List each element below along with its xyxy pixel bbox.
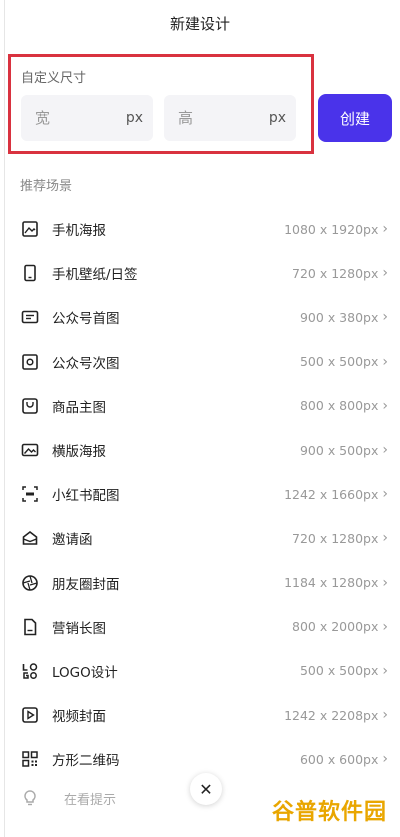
chevron-right-icon: ›	[382, 221, 388, 238]
width-input[interactable]	[35, 109, 105, 127]
page-title: 新建设计	[169, 14, 230, 33]
header: 新建设计	[0, 0, 400, 46]
logo-icon	[20, 661, 40, 681]
scene-list: 手机海报 1080 x 1920px › 手机壁纸/日签 720 x 1280p…	[0, 207, 400, 781]
chevron-right-icon: ›	[382, 442, 388, 459]
scene-item-size: 800 x 800px	[299, 398, 379, 414]
chevron-right-icon: ›	[382, 265, 388, 282]
watermark-logo: 谷普软件园	[272, 800, 388, 825]
chevron-right-icon: ›	[382, 397, 388, 414]
chevron-right-icon: ›	[382, 353, 388, 370]
chevron-right-icon: ›	[382, 309, 388, 326]
scene-item-name: 公众号首图	[52, 311, 120, 328]
scene-item-name: 手机海报	[52, 223, 106, 240]
scene-item-name: 视频封面	[52, 709, 106, 726]
height-input[interactable]	[178, 109, 248, 127]
height-unit: px	[268, 110, 286, 126]
scene-item-size: 500 x 500px	[299, 354, 379, 370]
scene-item-name: 公众号次图	[52, 355, 120, 372]
scene-item-video-cover[interactable]: 视频封面 1242 x 2208px ›	[0, 693, 400, 737]
scene-item-name: 手机壁纸/日签	[52, 267, 138, 284]
height-field[interactable]: px	[164, 95, 296, 141]
scene-item-name: 横版海报	[52, 444, 106, 461]
envelope-icon	[20, 528, 40, 548]
scene-item-size: 720 x 1280px	[292, 265, 379, 281]
scene-item-size: 1242 x 1660px	[284, 486, 379, 502]
scene-item-product-main[interactable]: 商品主图 800 x 800px ›	[0, 384, 400, 428]
scene-item-marketing-long[interactable]: 营销长图 800 x 2000px ›	[0, 605, 400, 649]
width-unit: px	[125, 110, 143, 126]
scene-item-landscape-poster[interactable]: 横版海报 900 x 500px ›	[0, 428, 400, 472]
scene-item-size: 600 x 600px	[299, 751, 379, 767]
document-icon	[20, 617, 40, 637]
scene-item-size: 900 x 500px	[299, 442, 379, 458]
xiaohongshu-icon	[20, 484, 40, 504]
scene-item-phone-wallpaper[interactable]: 手机壁纸/日签 720 x 1280px ›	[0, 251, 400, 295]
hint-row[interactable]: 在看提示	[20, 788, 116, 808]
scene-item-size: 500 x 500px	[299, 663, 379, 679]
scene-item-moments-cover[interactable]: 朋友圈封面 1184 x 1280px ›	[0, 561, 400, 605]
scene-item-invitation[interactable]: 邀请函 720 x 1280px ›	[0, 516, 400, 560]
custom-size-panel: 自定义尺寸 px px	[8, 54, 314, 154]
width-field[interactable]: px	[21, 95, 153, 141]
scene-item-size: 1080 x 1920px	[284, 221, 379, 237]
scene-item-size: 1242 x 2208px	[284, 707, 379, 723]
scene-item-name: 小红书配图	[52, 488, 120, 505]
close-icon: ✕	[199, 779, 213, 799]
phone-icon	[20, 263, 40, 283]
banner-icon	[20, 307, 40, 327]
shopping-bag-icon	[20, 396, 40, 416]
recommended-scenes-title: 推荐场景	[20, 179, 73, 194]
landscape-image-icon	[20, 440, 40, 460]
chevron-right-icon: ›	[382, 574, 388, 591]
close-button[interactable]: ✕	[190, 773, 222, 805]
scene-item-name: 邀请函	[52, 532, 93, 549]
chevron-right-icon: ›	[382, 486, 388, 503]
scene-item-name: 方形二维码	[52, 753, 120, 770]
scene-item-official-cover[interactable]: 公众号首图 900 x 380px ›	[0, 295, 400, 339]
chevron-right-icon: ›	[382, 751, 388, 768]
scene-item-official-secondary[interactable]: 公众号次图 500 x 500px ›	[0, 340, 400, 384]
custom-size-label: 自定义尺寸	[21, 71, 87, 86]
play-icon	[20, 705, 40, 725]
scene-item-name: 商品主图	[52, 399, 106, 416]
image-icon	[20, 219, 40, 239]
chevron-right-icon: ›	[382, 662, 388, 679]
scene-item-xiaohongshu[interactable]: 小红书配图 1242 x 1660px ›	[0, 472, 400, 516]
scene-item-logo-design[interactable]: LOGO设计 500 x 500px ›	[0, 649, 400, 693]
lightbulb-icon	[20, 788, 40, 808]
chevron-right-icon: ›	[382, 707, 388, 724]
scene-item-size: 900 x 380px	[299, 309, 379, 325]
create-button[interactable]: 创建	[318, 94, 392, 142]
aperture-icon	[20, 573, 40, 593]
hint-label: 在看提示	[64, 792, 117, 808]
scene-item-size: 1184 x 1280px	[284, 575, 379, 591]
scene-item-name: 朋友圈封面	[52, 576, 120, 593]
square-image-icon	[20, 352, 40, 372]
scene-item-size: 720 x 1280px	[292, 530, 379, 546]
scene-item-phone-poster[interactable]: 手机海报 1080 x 1920px ›	[0, 207, 400, 251]
scene-item-size: 800 x 2000px	[292, 619, 379, 635]
qrcode-icon	[20, 749, 40, 769]
scene-item-name: 营销长图	[52, 620, 106, 637]
scene-item-name: LOGO设计	[52, 664, 118, 681]
chevron-right-icon: ›	[382, 530, 388, 547]
chevron-right-icon: ›	[382, 618, 388, 635]
